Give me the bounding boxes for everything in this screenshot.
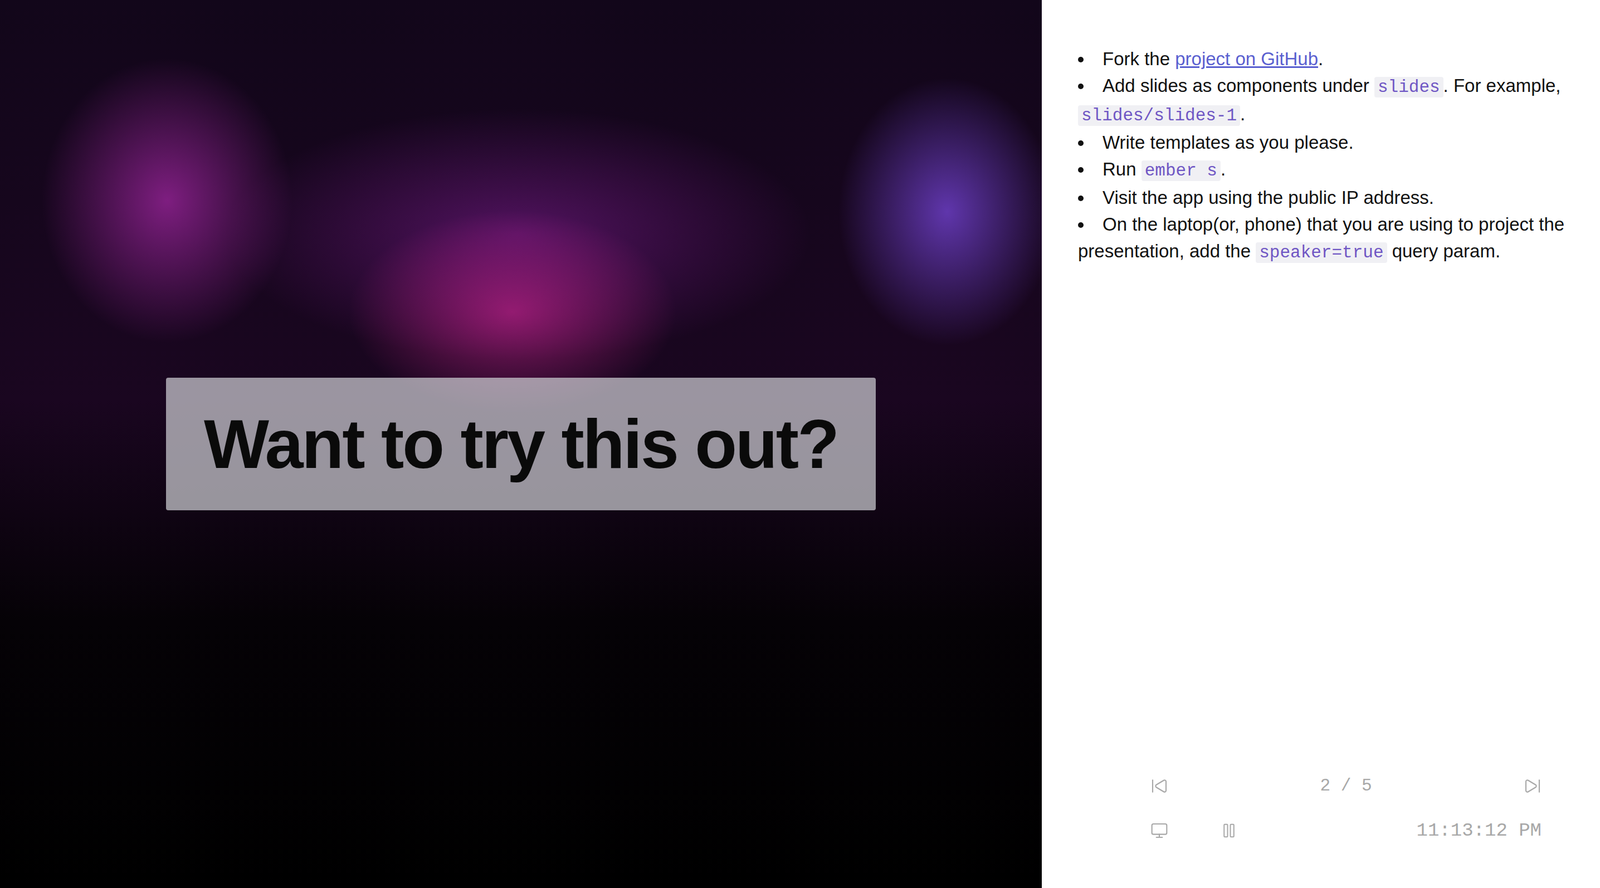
note-item: Fork the project on GitHub. [1077,45,1573,73]
last-slide-button[interactable] [1523,777,1542,795]
note-text: . [1240,103,1246,125]
clock: 11:13:12 PM [1416,820,1542,842]
github-link[interactable]: project on GitHub [1174,48,1319,70]
note-text: Write templates as you please. [1102,132,1354,153]
speaker-notes: Fork the project on GitHub.Add slides as… [1077,45,1573,267]
timer-toggle-button[interactable] [1220,822,1238,839]
code-span: speaker=true [1255,242,1387,263]
slide-title: Want to try this out? [203,402,838,486]
note-item: Add slides as components under slides. F… [1077,72,1573,130]
note-text: query param. [1387,240,1501,262]
slide-counter: 2 / 5 [1319,776,1372,796]
note-item: On the laptop(or, phone) that you are us… [1077,211,1573,267]
first-slide-button[interactable] [1150,777,1169,795]
note-item: Write templates as you please. [1077,129,1573,156]
timer-row: 11:13:12 PM [1150,820,1542,842]
skip-forward-icon [1523,777,1542,795]
note-text: . [1318,48,1324,70]
slide-title-box: Want to try this out? [166,377,876,511]
monitor-icon [1150,821,1169,840]
note-text: Visit the app using the public IP addres… [1102,187,1434,208]
pause-icon [1220,822,1238,839]
note-item: Visit the app using the public IP addres… [1077,184,1573,212]
slide-controls: 2 / 5 11:13:12 PM [1077,776,1573,842]
note-text: Run [1102,158,1142,180]
speaker-panel: Fork the project on GitHub.Add slides as… [1041,0,1600,888]
code-span: slides/slides-1 [1077,105,1241,126]
note-text: Add slides as components under [1102,75,1375,96]
note-text: . [1220,158,1226,180]
skip-back-icon [1150,777,1169,795]
present-button[interactable] [1150,821,1169,840]
note-item: Run ember s. [1077,155,1573,185]
note-text: . For example, [1443,75,1562,96]
code-span: slides [1374,76,1444,98]
slide: Want to try this out? [0,0,1042,888]
note-text: Fork the [1102,48,1175,70]
code-span: ember s [1141,160,1221,182]
presentation-app: Want to try this out? Fork the project on… [0,0,1600,888]
navigation-row: 2 / 5 [1150,776,1542,796]
